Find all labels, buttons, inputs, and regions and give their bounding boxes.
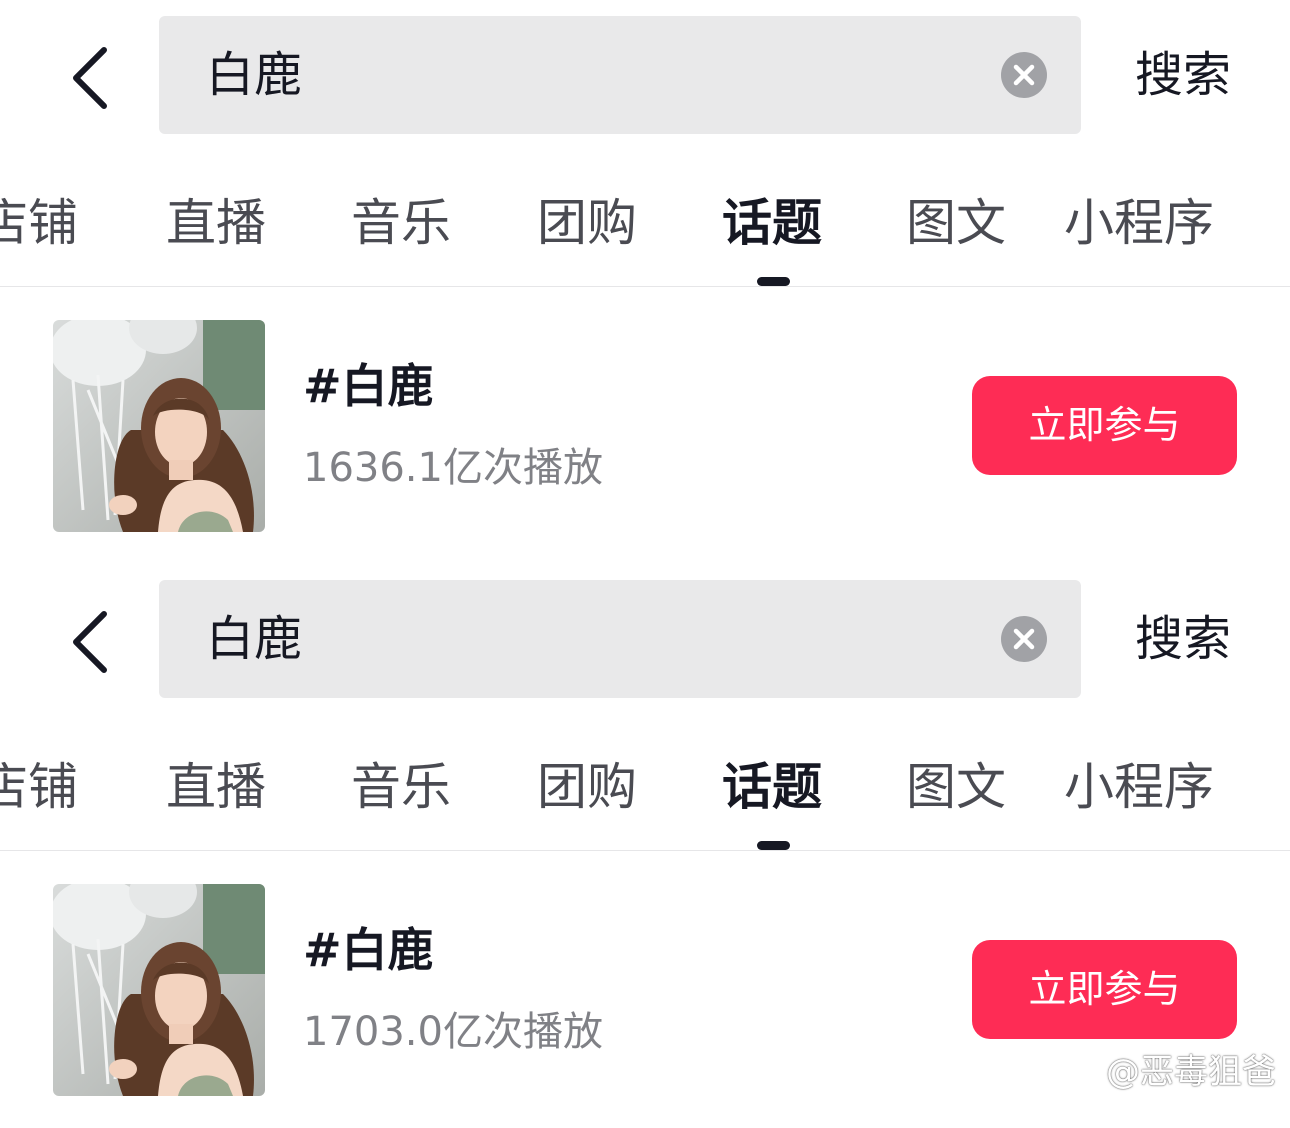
back-button[interactable] <box>60 602 120 682</box>
search-screen-1: 白鹿 搜索 店铺 直播 音乐 团购 话题 图文 小程序 #白鹿 1636.1亿次… <box>0 0 1290 564</box>
join-button[interactable]: 立即参与 <box>972 940 1237 1039</box>
category-tabs: 店铺 直播 音乐 团购 话题 图文 小程序 <box>0 170 1290 280</box>
category-tabs: 店铺 直播 音乐 团购 话题 图文 小程序 <box>0 734 1290 844</box>
tab-live[interactable]: 直播 <box>166 752 266 822</box>
active-tab-indicator <box>757 277 790 286</box>
back-button[interactable] <box>60 38 120 118</box>
search-query: 白鹿 <box>206 47 303 103</box>
search-screen-2: 白鹿 搜索 店铺 直播 音乐 团购 话题 图文 小程序 #白鹿 1703.0亿次… <box>0 564 1290 1128</box>
tab-mini-program[interactable]: 小程序 <box>1064 752 1214 822</box>
search-button[interactable]: 搜索 <box>1135 580 1231 698</box>
clear-icon[interactable] <box>1001 52 1047 98</box>
tab-topic[interactable]: 话题 <box>722 752 822 822</box>
join-button[interactable]: 立即参与 <box>972 376 1237 475</box>
topic-title[interactable]: #白鹿 <box>303 920 434 980</box>
watermark: @恶毒狙爸 <box>1056 1046 1276 1092</box>
tab-image-text[interactable]: 图文 <box>906 752 1006 822</box>
tab-shop[interactable]: 店铺 <box>0 188 78 258</box>
weibo-logo-icon <box>1056 1055 1098 1085</box>
tab-music[interactable]: 音乐 <box>351 752 451 822</box>
watermark-text: @恶毒狙爸 <box>1106 1051 1276 1092</box>
divider <box>0 850 1290 851</box>
search-query: 白鹿 <box>206 611 303 667</box>
tab-music[interactable]: 音乐 <box>351 188 451 258</box>
search-button[interactable]: 搜索 <box>1135 16 1231 134</box>
topic-thumbnail[interactable] <box>53 884 265 1096</box>
divider <box>0 286 1290 287</box>
active-tab-indicator <box>757 841 790 850</box>
tab-shop[interactable]: 店铺 <box>0 752 78 822</box>
clear-icon[interactable] <box>1001 616 1047 662</box>
search-input[interactable]: 白鹿 <box>159 16 1081 134</box>
search-input[interactable]: 白鹿 <box>159 580 1081 698</box>
tab-mini-program[interactable]: 小程序 <box>1064 188 1214 258</box>
tab-group-buy[interactable]: 团购 <box>537 752 637 822</box>
tab-image-text[interactable]: 图文 <box>906 188 1006 258</box>
topic-thumbnail[interactable] <box>53 320 265 532</box>
chevron-left-icon <box>73 47 107 109</box>
topic-play-count: 1703.0亿次播放 <box>303 1009 603 1055</box>
chevron-left-icon <box>73 611 107 673</box>
tab-group-buy[interactable]: 团购 <box>537 188 637 258</box>
tab-live[interactable]: 直播 <box>166 188 266 258</box>
topic-result[interactable]: #白鹿 1636.1亿次播放 立即参与 <box>0 300 1290 550</box>
topic-play-count: 1636.1亿次播放 <box>303 445 603 491</box>
topic-title[interactable]: #白鹿 <box>303 356 434 416</box>
tab-topic[interactable]: 话题 <box>722 188 822 258</box>
